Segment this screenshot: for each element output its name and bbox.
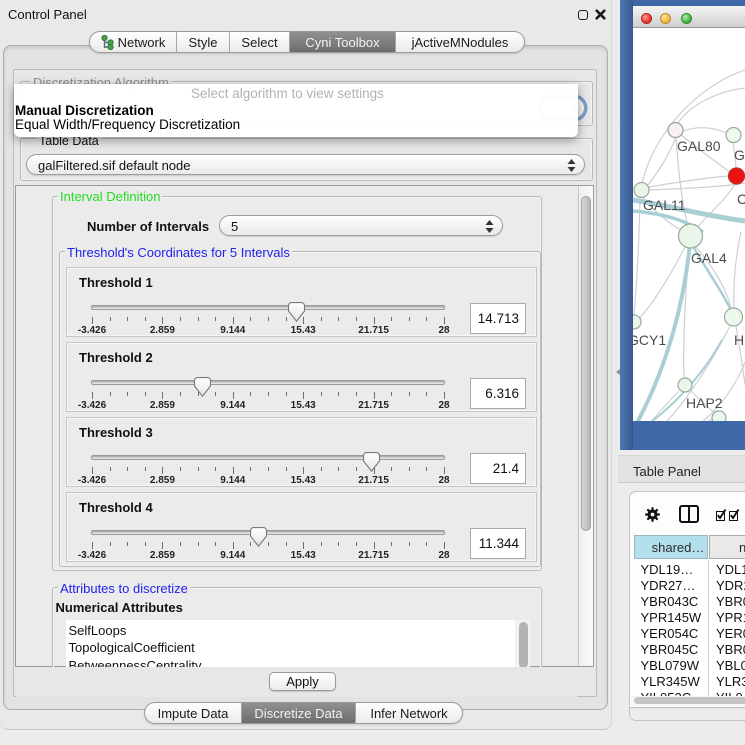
- svg-text:C: C: [737, 191, 745, 207]
- svg-text:GA: GA: [734, 147, 745, 163]
- svg-text:GAL4: GAL4: [691, 250, 727, 266]
- svg-text:H: H: [734, 332, 744, 348]
- svg-text:GCY1: GCY1: [633, 332, 666, 348]
- svg-text:GAL80: GAL80: [677, 138, 721, 154]
- svg-text:GAL11: GAL11: [643, 197, 686, 213]
- svg-text:HAP2: HAP2: [686, 395, 723, 411]
